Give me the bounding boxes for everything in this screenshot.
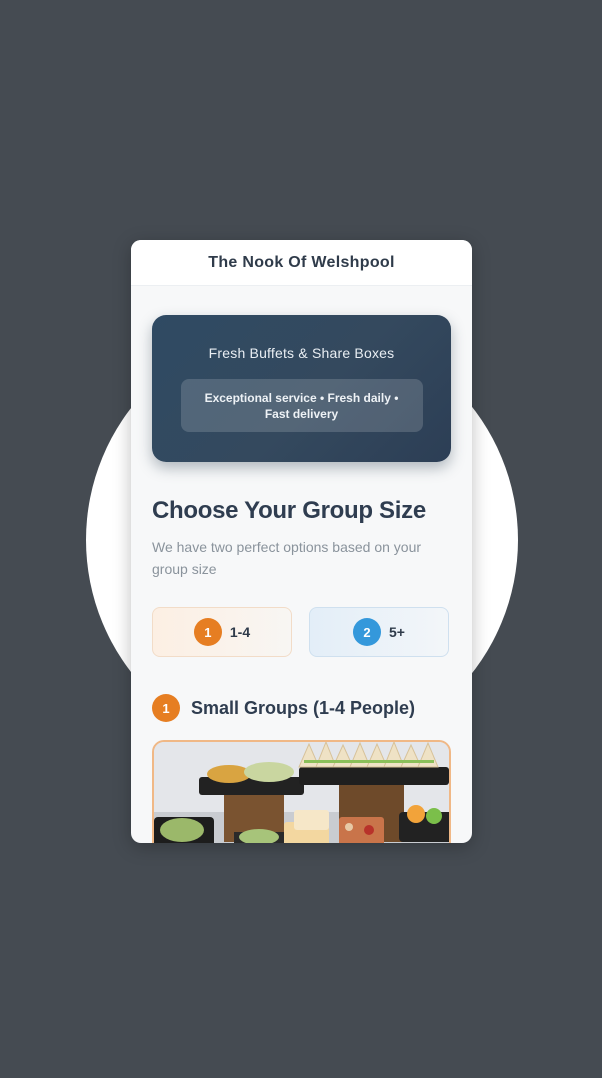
small-groups-header: 1 Small Groups (1-4 People) (152, 694, 415, 722)
group-title: Small Groups (1-4 People) (191, 697, 416, 718)
group-number-badge: 1 (152, 694, 180, 722)
section-heading: Choose Your Group Size (152, 497, 426, 524)
option-small-group-button[interactable]: 1 1-4 (152, 607, 292, 657)
option-number-badge: 1 (193, 618, 222, 646)
hero-badge: Exceptional service • Fresh daily • Fast… (180, 379, 423, 432)
app-header: The Nook Of Welshpool (131, 240, 472, 286)
option-number-badge: 2 (353, 618, 382, 646)
buffet-photo-illustration (154, 742, 449, 843)
hero-banner: Fresh Buffets & Share Boxes Exceptional … (152, 315, 451, 462)
buffet-food-image (152, 740, 451, 843)
option-label: 1-4 (229, 624, 251, 640)
option-label: 5+ (389, 624, 405, 640)
hero-title: Fresh Buffets & Share Boxes (208, 345, 395, 361)
app-screen: The Nook Of Welshpool Fresh Buffets & Sh… (131, 240, 472, 843)
hero-badge-text: Exceptional service • Fresh daily • Fast… (204, 390, 399, 421)
section-subtitle: We have two perfect options based on you… (152, 539, 422, 577)
option-large-group-button[interactable]: 2 5+ (309, 607, 449, 657)
app-title: The Nook Of Welshpool (208, 253, 395, 271)
